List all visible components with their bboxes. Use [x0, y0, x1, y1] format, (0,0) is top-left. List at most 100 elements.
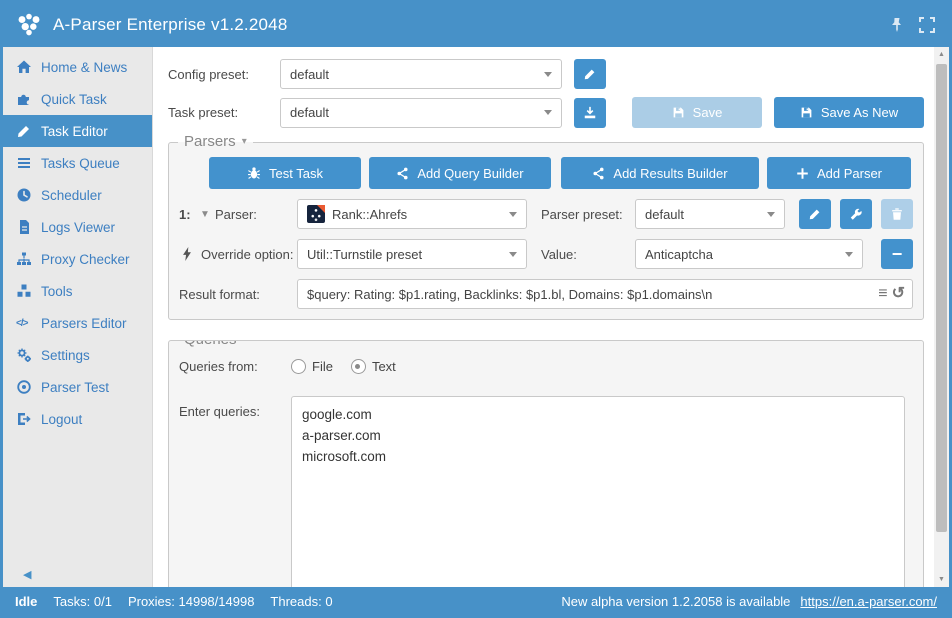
- scroll-down-icon[interactable]: ▼: [934, 572, 949, 587]
- edit-parser-preset-button[interactable]: [799, 199, 831, 229]
- parser-row: 1: ▼ Parser: Rank::Ahrefs Parser preset:…: [179, 199, 913, 229]
- task-preset-select[interactable]: default: [280, 98, 562, 128]
- sidebar-item-label: Task Editor: [41, 124, 108, 139]
- parser-label: Parser:: [215, 207, 297, 222]
- app-window: A-Parser Enterprise v1.2.2048 Home & New…: [0, 0, 952, 618]
- puzzle-icon: [16, 91, 32, 107]
- scrollbar-track[interactable]: [934, 62, 949, 572]
- sidebar-item-settings[interactable]: Settings: [3, 339, 152, 371]
- bug-icon: [247, 166, 261, 180]
- sidebar-item-parser-test[interactable]: Parser Test: [3, 371, 152, 403]
- status-bar: Idle Tasks: 0/1 Proxies: 14998/14998 Thr…: [3, 587, 949, 615]
- pencil-icon: [16, 123, 32, 139]
- chevron-down-icon: [544, 72, 552, 77]
- load-task-preset-button[interactable]: [574, 98, 606, 128]
- queries-section: Queries Queries from: File Text Enter qu…: [168, 340, 924, 587]
- sidebar-item-label: Parsers Editor: [41, 316, 127, 331]
- scrollbar-thumb[interactable]: [936, 64, 947, 532]
- fullscreen-icon[interactable]: [919, 17, 935, 33]
- pencil-icon: [808, 207, 822, 221]
- test-task-button[interactable]: Test Task: [209, 157, 361, 189]
- sidebar-item-label: Tasks Queue: [41, 156, 120, 171]
- override-value-select[interactable]: Anticaptcha: [635, 239, 863, 269]
- parsers-legend[interactable]: Parsers ▾: [178, 133, 253, 150]
- plus-icon: [796, 167, 809, 180]
- vertical-scrollbar[interactable]: ▲ ▼: [934, 47, 949, 587]
- reset-icon[interactable]: ↺: [892, 286, 905, 302]
- sidebar-item-logs-viewer[interactable]: Logs Viewer: [3, 211, 152, 243]
- row-collapse-caret-icon[interactable]: ▼: [195, 209, 215, 220]
- target-icon: [16, 379, 32, 395]
- pencil-icon: [583, 67, 597, 81]
- pin-icon[interactable]: [889, 17, 905, 33]
- sidebar-item-task-editor[interactable]: Task Editor: [3, 115, 152, 147]
- override-option-select[interactable]: Util::Turnstile preset: [297, 239, 527, 269]
- sitemap-icon: [16, 251, 32, 267]
- templates-menu-icon[interactable]: ≡: [878, 286, 887, 302]
- remove-override-button[interactable]: −: [881, 239, 913, 269]
- delete-parser-button[interactable]: [881, 199, 913, 229]
- sidebar-item-tasks-queue[interactable]: Tasks Queue: [3, 147, 152, 179]
- sidebar-item-proxy-checker[interactable]: Proxy Checker: [3, 243, 152, 275]
- value-label: Value:: [541, 247, 635, 262]
- queries-from-file-radio[interactable]: File: [291, 359, 333, 374]
- sidebar-collapse-arrow-icon[interactable]: ◀: [23, 568, 31, 581]
- update-link[interactable]: https://en.a-parser.com/: [800, 594, 937, 609]
- parser-index: 1:: [179, 207, 195, 222]
- status-tasks: Tasks: 0/1: [53, 594, 112, 609]
- parser-options-button[interactable]: [840, 199, 872, 229]
- logout-icon: [16, 411, 32, 427]
- add-query-builder-button[interactable]: Add Query Builder: [369, 157, 551, 189]
- save-icon: [800, 106, 813, 119]
- status-threads: Threads: 0: [270, 594, 332, 609]
- queries-textarea[interactable]: google.com a-parser.com microsoft.com: [291, 396, 905, 587]
- sidebar-item-parsers-editor[interactable]: </> Parsers Editor: [3, 307, 152, 339]
- collapse-caret-icon: ▾: [242, 136, 247, 147]
- cubes-icon: [16, 283, 32, 299]
- sidebar-item-tools[interactable]: Tools: [3, 275, 152, 307]
- sidebar-item-label: Settings: [41, 348, 90, 363]
- task-preset-label: Task preset:: [168, 105, 280, 120]
- add-parser-button[interactable]: Add Parser: [767, 157, 911, 189]
- parser-preset-label: Parser preset:: [541, 207, 635, 222]
- parser-select[interactable]: Rank::Ahrefs: [297, 199, 527, 229]
- chevron-down-icon: [509, 252, 517, 257]
- config-preset-label: Config preset:: [168, 67, 280, 82]
- override-option-label: Override option:: [201, 247, 297, 262]
- add-results-builder-button[interactable]: Add Results Builder: [561, 157, 759, 189]
- sidebar-item-home-news[interactable]: Home & News: [3, 51, 152, 83]
- scroll-up-icon[interactable]: ▲: [934, 47, 949, 62]
- sidebar: Home & News Quick Task Task Editor Tasks…: [3, 47, 153, 587]
- save-button[interactable]: Save: [632, 97, 762, 128]
- sidebar-item-quick-task[interactable]: Quick Task: [3, 83, 152, 115]
- save-icon: [672, 106, 685, 119]
- main-content: Config preset: default Task preset: defa…: [153, 47, 934, 587]
- chevron-down-icon: [767, 212, 775, 217]
- result-format-tools: ≡ ↺: [878, 279, 905, 309]
- override-option-row: Override option: Util::Turnstile preset …: [179, 239, 913, 269]
- sidebar-item-scheduler[interactable]: Scheduler: [3, 179, 152, 211]
- sidebar-item-label: Proxy Checker: [41, 252, 130, 267]
- ahrefs-icon: [307, 205, 325, 223]
- chevron-down-icon: [509, 212, 517, 217]
- save-as-new-button[interactable]: Save As New: [774, 97, 924, 128]
- radio-icon: [351, 359, 366, 374]
- task-preset-row: Task preset: default Save Save As New: [168, 97, 924, 128]
- minus-icon: −: [892, 245, 903, 263]
- sidebar-item-label: Scheduler: [41, 188, 102, 203]
- queries-from-label: Queries from:: [179, 359, 291, 374]
- parser-preset-select[interactable]: default: [635, 199, 785, 229]
- edit-config-preset-button[interactable]: [574, 59, 606, 89]
- config-preset-select[interactable]: default: [280, 59, 562, 89]
- queries-from-text-radio[interactable]: Text: [351, 359, 396, 374]
- a-parser-logo-icon: [15, 11, 43, 39]
- wrench-icon: [849, 207, 863, 221]
- queries-legend: Queries: [178, 340, 243, 348]
- file-icon: [16, 219, 32, 235]
- trash-icon: [890, 207, 904, 221]
- enter-queries-label: Enter queries:: [179, 396, 291, 419]
- list-icon: [16, 155, 32, 171]
- result-format-input[interactable]: [297, 279, 913, 309]
- sidebar-item-logout[interactable]: Logout: [3, 403, 152, 435]
- result-format-row: Result format: ≡ ↺: [179, 279, 913, 309]
